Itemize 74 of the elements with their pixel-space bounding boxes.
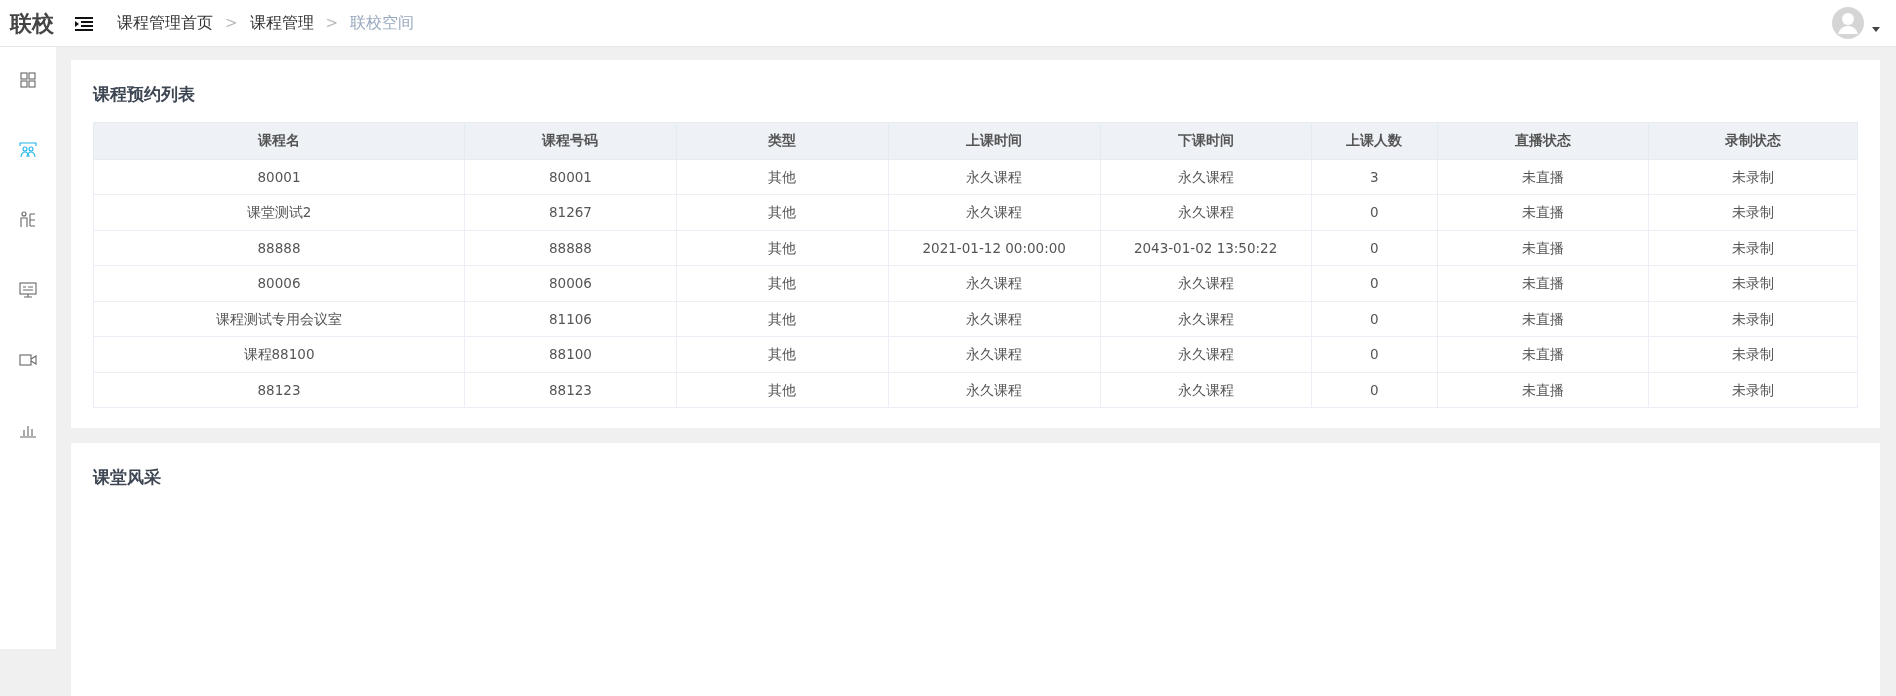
table-cell: 课堂测试2 xyxy=(93,194,465,230)
table-cell: 未直播 xyxy=(1437,230,1649,266)
table-cell: 其他 xyxy=(676,301,889,337)
table-cell: 未直播 xyxy=(1437,265,1649,301)
avatar-icon[interactable] xyxy=(1832,7,1864,39)
table-cell: 80001 xyxy=(464,159,677,195)
breadcrumb-link[interactable]: 课程管理首页 xyxy=(117,11,213,35)
table-cell: 0 xyxy=(1311,301,1438,337)
table-cell: 永久课程 xyxy=(888,194,1101,230)
table-cell: 0 xyxy=(1311,230,1438,266)
column-header: 上课人数 xyxy=(1311,122,1438,159)
table-cell: 未录制 xyxy=(1648,159,1858,195)
table-cell: 88123 xyxy=(93,372,465,408)
table-cell: 0 xyxy=(1311,372,1438,408)
table-cell: 永久课程 xyxy=(1100,159,1311,195)
table-cell: 其他 xyxy=(676,159,889,195)
table-cell: 81106 xyxy=(464,301,677,337)
table-cell: 未直播 xyxy=(1437,301,1649,337)
table-cell: 永久课程 xyxy=(1100,336,1311,372)
table-cell: 永久课程 xyxy=(1100,265,1311,301)
table-cell: 80001 xyxy=(93,159,465,195)
table-cell: 永久课程 xyxy=(888,301,1101,337)
table-cell: 未直播 xyxy=(1437,336,1649,372)
table-cell: 永久课程 xyxy=(1100,194,1311,230)
table-cell: 其他 xyxy=(676,230,889,266)
logo: 联校 xyxy=(8,9,55,38)
column-header: 课程号码 xyxy=(464,122,677,159)
table-cell: 永久课程 xyxy=(888,265,1101,301)
column-header: 直播状态 xyxy=(1437,122,1649,159)
column-header: 下课时间 xyxy=(1100,122,1311,159)
breadcrumb-separator: > xyxy=(225,12,238,34)
table-cell: 0 xyxy=(1311,336,1438,372)
panel-title: 课程预约列表 xyxy=(93,83,196,106)
table-cell: 未录制 xyxy=(1648,194,1858,230)
panel-title: 课堂风采 xyxy=(93,466,162,489)
breadcrumb-link[interactable]: 课程管理 xyxy=(249,11,314,35)
table-cell: 未直播 xyxy=(1437,372,1649,408)
table-cell: 80006 xyxy=(93,265,465,301)
caret-icon[interactable] xyxy=(1872,26,1880,32)
table-cell: 88100 xyxy=(464,336,677,372)
table-cell: 3 xyxy=(1311,159,1438,195)
table-cell: 未录制 xyxy=(1648,372,1858,408)
table-cell: 永久课程 xyxy=(888,336,1101,372)
table-cell: 未录制 xyxy=(1648,301,1858,337)
table-cell: 0 xyxy=(1311,265,1438,301)
table-cell: 其他 xyxy=(676,372,889,408)
table-cell: 课程88100 xyxy=(93,336,465,372)
table-cell: 2043-01-02 13:50:22 xyxy=(1100,230,1311,266)
table-cell: 其他 xyxy=(676,194,889,230)
table-cell: 88888 xyxy=(464,230,677,266)
table-cell: 其他 xyxy=(676,336,889,372)
table-cell: 0 xyxy=(1311,194,1438,230)
breadcrumb-current: 联校空间 xyxy=(350,12,415,34)
table-cell: 未录制 xyxy=(1648,265,1858,301)
table-cell: 永久课程 xyxy=(888,372,1101,408)
column-header: 录制状态 xyxy=(1648,122,1858,159)
column-header: 上课时间 xyxy=(888,122,1101,159)
breadcrumb-separator: > xyxy=(325,12,339,34)
table-cell: 未录制 xyxy=(1648,336,1858,372)
table-cell: 81267 xyxy=(464,194,677,230)
table-cell: 80006 xyxy=(464,265,677,301)
table-cell: 永久课程 xyxy=(1100,372,1311,408)
table-cell: 其他 xyxy=(676,265,889,301)
table-cell: 未录制 xyxy=(1648,230,1858,266)
table-cell: 未直播 xyxy=(1437,159,1649,195)
table-cell: 未直播 xyxy=(1437,194,1649,230)
table-cell: 88123 xyxy=(464,372,677,408)
table-cell: 2021-01-12 00:00:00 xyxy=(888,230,1101,266)
table-cell: 课程测试专用会议室 xyxy=(93,301,465,337)
column-header: 类型 xyxy=(676,122,889,159)
column-header: 课程名 xyxy=(93,122,465,159)
table-cell: 永久课程 xyxy=(1100,301,1311,337)
table-cell: 永久课程 xyxy=(888,159,1101,195)
table-cell: 88888 xyxy=(93,230,465,266)
